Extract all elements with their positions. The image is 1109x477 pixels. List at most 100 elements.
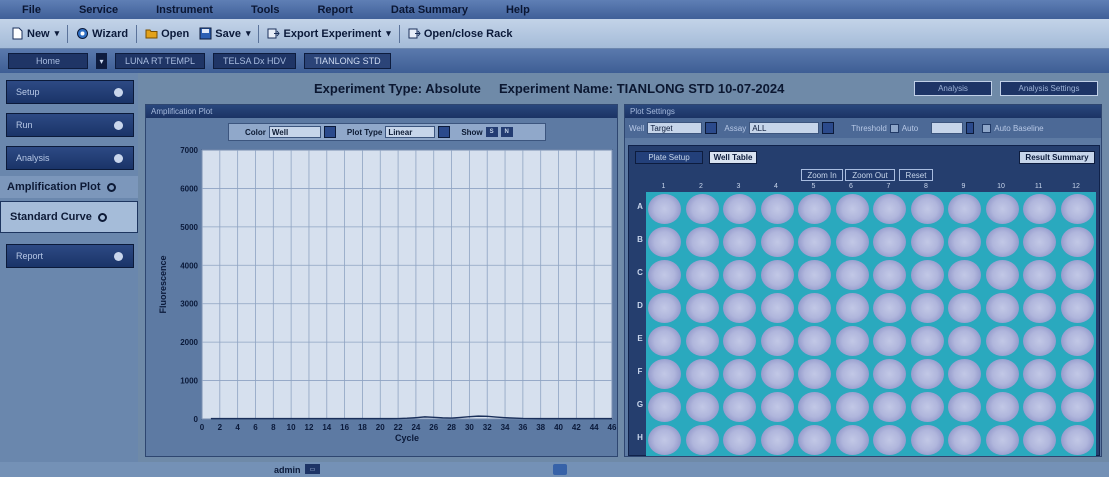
menu-service[interactable]: Service xyxy=(79,4,118,16)
well[interactable] xyxy=(1060,425,1094,455)
zoom-out-button[interactable]: Zoom Out xyxy=(845,169,895,181)
well[interactable] xyxy=(798,293,831,323)
well[interactable] xyxy=(685,392,719,422)
well[interactable] xyxy=(798,326,831,356)
well[interactable] xyxy=(798,425,831,455)
sidebar-item-report[interactable]: Report xyxy=(6,244,134,268)
well[interactable] xyxy=(985,194,1019,224)
well[interactable] xyxy=(873,227,906,257)
well[interactable] xyxy=(835,194,869,224)
well[interactable] xyxy=(648,227,681,257)
well[interactable] xyxy=(948,326,981,356)
well[interactable] xyxy=(648,260,681,290)
well[interactable] xyxy=(648,194,681,224)
open-close-rack-button[interactable]: Open/close Rack xyxy=(403,27,518,40)
well[interactable] xyxy=(1060,392,1094,422)
wizard-button[interactable]: Wizard xyxy=(71,27,133,40)
well[interactable] xyxy=(648,293,681,323)
well[interactable] xyxy=(723,359,756,389)
well[interactable] xyxy=(873,425,906,455)
well[interactable] xyxy=(835,392,869,422)
result-summary-button[interactable]: Result Summary xyxy=(1019,151,1095,164)
row-header[interactable]: C xyxy=(634,268,646,277)
well[interactable] xyxy=(648,359,681,389)
menu-instrument[interactable]: Instrument xyxy=(156,4,213,16)
stepper-icon[interactable] xyxy=(966,122,975,134)
column-header[interactable]: 6 xyxy=(834,183,869,190)
well[interactable] xyxy=(985,293,1019,323)
row-header[interactable]: G xyxy=(634,400,646,409)
column-header[interactable]: 1 xyxy=(646,183,681,190)
well[interactable] xyxy=(760,293,794,323)
well[interactable] xyxy=(723,260,756,290)
well[interactable] xyxy=(910,260,944,290)
well[interactable] xyxy=(835,260,869,290)
tab-well-table[interactable]: Well Table xyxy=(709,151,757,164)
well[interactable] xyxy=(1023,326,1056,356)
well[interactable] xyxy=(798,260,831,290)
user-icon[interactable]: ▭ xyxy=(305,464,320,474)
well[interactable] xyxy=(985,392,1019,422)
well[interactable] xyxy=(685,425,719,455)
well[interactable] xyxy=(985,359,1019,389)
well[interactable] xyxy=(910,392,944,422)
well[interactable] xyxy=(798,359,831,389)
well[interactable] xyxy=(1023,194,1056,224)
well[interactable] xyxy=(723,425,756,455)
well[interactable] xyxy=(910,227,944,257)
row-header[interactable]: B xyxy=(634,235,646,244)
export-experiment-button[interactable]: Export Experiment ▾ xyxy=(262,27,395,40)
well[interactable] xyxy=(985,326,1019,356)
well[interactable] xyxy=(1023,425,1056,455)
well[interactable] xyxy=(1023,392,1056,422)
tab-plate-setup[interactable]: Plate Setup xyxy=(635,151,703,164)
column-header[interactable]: 5 xyxy=(796,183,831,190)
chevron-down-icon[interactable] xyxy=(705,122,718,134)
well[interactable] xyxy=(835,293,869,323)
well[interactable] xyxy=(685,326,719,356)
well[interactable] xyxy=(948,194,981,224)
sidebar-item-setup[interactable]: Setup xyxy=(6,80,134,104)
assay-select[interactable]: ALL xyxy=(749,122,820,134)
well[interactable] xyxy=(1060,194,1094,224)
well[interactable] xyxy=(685,260,719,290)
well[interactable] xyxy=(948,293,981,323)
well[interactable] xyxy=(1023,227,1056,257)
well[interactable] xyxy=(798,392,831,422)
well[interactable] xyxy=(685,293,719,323)
well[interactable] xyxy=(685,194,719,224)
well[interactable] xyxy=(685,227,719,257)
well[interactable] xyxy=(910,326,944,356)
well[interactable] xyxy=(948,227,981,257)
well[interactable] xyxy=(723,392,756,422)
analysis-button[interactable]: Analysis xyxy=(914,81,992,96)
tab-telsa-dx-hdv[interactable]: TELSA Dx HDV xyxy=(213,53,297,69)
save-button[interactable]: Save ▾ xyxy=(194,27,255,40)
chevron-down-icon[interactable] xyxy=(822,122,835,134)
well[interactable] xyxy=(1060,359,1094,389)
well[interactable] xyxy=(1060,293,1094,323)
well-select[interactable]: Target xyxy=(647,122,703,134)
well[interactable] xyxy=(648,326,681,356)
tab-luna-rt-templ[interactable]: LUNA RT TEMPL xyxy=(115,53,206,69)
well[interactable] xyxy=(985,227,1019,257)
row-header[interactable]: E xyxy=(634,334,646,343)
well[interactable] xyxy=(1023,293,1056,323)
row-header[interactable]: A xyxy=(634,202,646,211)
sidebar-item-amplification-plot[interactable]: Amplification Plot xyxy=(0,176,138,198)
row-header[interactable]: F xyxy=(634,367,646,376)
auto-baseline-checkbox[interactable] xyxy=(982,123,992,133)
well[interactable] xyxy=(723,293,756,323)
well[interactable] xyxy=(648,425,681,455)
column-header[interactable]: 4 xyxy=(759,183,794,190)
well[interactable] xyxy=(910,359,944,389)
menu-tools[interactable]: Tools xyxy=(251,4,280,16)
well[interactable] xyxy=(760,260,794,290)
menu-help[interactable]: Help xyxy=(506,4,530,16)
row-header[interactable]: D xyxy=(634,301,646,310)
well[interactable] xyxy=(948,392,981,422)
reset-button[interactable]: Reset xyxy=(899,169,933,181)
well[interactable] xyxy=(948,425,981,455)
well[interactable] xyxy=(760,227,794,257)
column-header[interactable]: 9 xyxy=(946,183,981,190)
